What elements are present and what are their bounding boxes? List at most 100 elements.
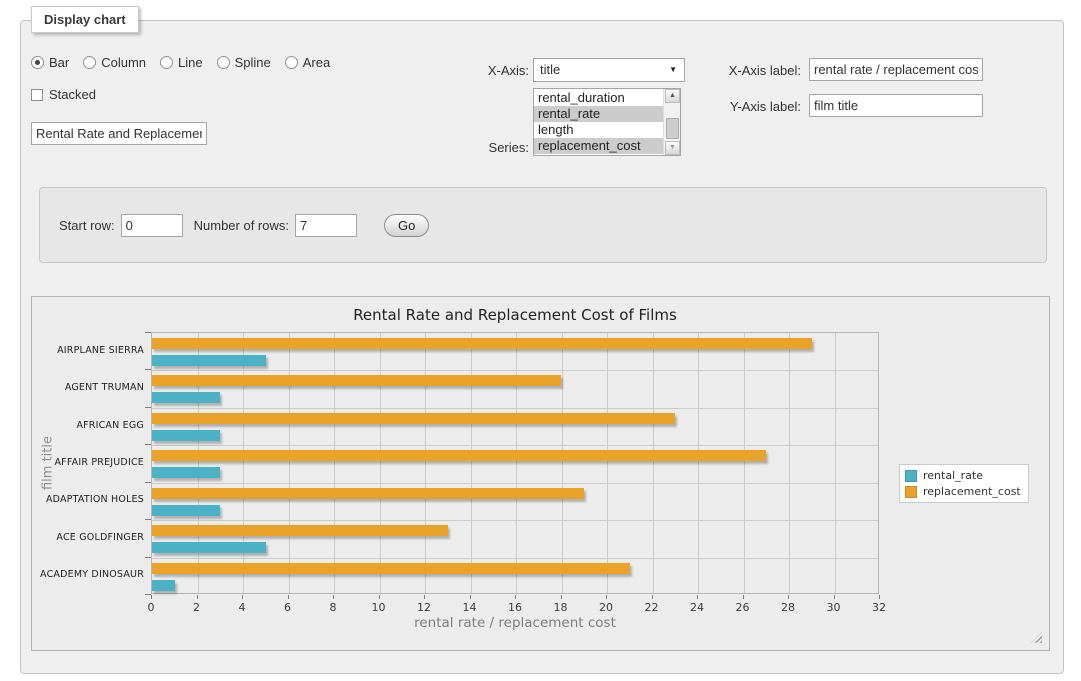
gridline	[835, 333, 836, 593]
bar-replacement_cost	[152, 525, 448, 536]
bar-rental_rate	[152, 467, 220, 478]
radio-icon	[285, 56, 298, 69]
radio-label: Bar	[49, 55, 69, 70]
x-tick-label: 32	[872, 601, 886, 614]
gridline	[152, 445, 878, 446]
x-tick-label: 12	[417, 601, 431, 614]
stacked-row: Stacked	[31, 87, 96, 102]
bar-replacement_cost	[152, 563, 630, 574]
radio-spline[interactable]: Spline	[217, 55, 271, 70]
resize-grip-icon[interactable]	[1031, 632, 1042, 643]
x-axis-label-field-label: X-Axis label:	[715, 63, 801, 78]
tick-mark	[333, 595, 334, 599]
stacked-label: Stacked	[49, 87, 96, 102]
gridline	[789, 333, 790, 593]
tick-mark	[288, 595, 289, 599]
dropdown-arrow-icon: ▼	[669, 59, 677, 81]
series-option-rental_duration[interactable]: rental_duration	[534, 90, 664, 106]
chart-legend: rental_rate replacement_cost	[899, 464, 1029, 503]
x-tick-label: 22	[645, 601, 659, 614]
x-tick-label: 28	[781, 601, 795, 614]
y-axis-label-field-label: Y-Axis label:	[715, 99, 801, 114]
chart-title-input[interactable]	[31, 122, 207, 145]
x-axis-label: X-Axis:	[449, 63, 529, 78]
radio-area[interactable]: Area	[285, 55, 330, 70]
gridline	[152, 520, 878, 521]
x-tick-label: 14	[463, 601, 477, 614]
start-row-input[interactable]	[121, 214, 183, 237]
gridline	[152, 408, 878, 409]
series-options: rental_durationrental_ratelengthreplacem…	[534, 90, 664, 154]
tick-mark	[561, 595, 562, 599]
tick-mark	[242, 595, 243, 599]
gridline	[471, 333, 472, 593]
chart-type-options: Bar Column Line Spline Area	[31, 55, 330, 70]
legend-swatch	[905, 486, 917, 498]
x-tick-label: 16	[508, 601, 522, 614]
radio-label: Area	[303, 55, 330, 70]
y-category-label: AFFAIR PREJUDICE	[35, 457, 144, 468]
gridline	[243, 333, 244, 593]
bar-rental_rate	[152, 355, 266, 366]
series-option-length[interactable]: length	[534, 122, 664, 138]
radio-line[interactable]: Line	[160, 55, 203, 70]
radio-icon	[217, 56, 230, 69]
y-category-label: ACE GOLDFINGER	[35, 532, 144, 543]
tick-mark	[470, 595, 471, 599]
x-tick-label: 20	[599, 601, 613, 614]
x-tick-label: 30	[827, 601, 841, 614]
x-axis-label-input[interactable]	[809, 58, 983, 81]
x-axis-select[interactable]: title ▼	[533, 58, 685, 82]
tick-mark	[515, 595, 516, 599]
scroll-up-icon[interactable]: ▲	[665, 89, 680, 103]
chart-title: Rental Rate and Replacement Cost of Film…	[151, 306, 879, 324]
gridline	[653, 333, 654, 593]
gridline	[152, 483, 878, 484]
legend-item-replacement_cost: replacement_cost	[905, 485, 1021, 498]
row-range-panel: Start row: Number of rows: Go	[39, 187, 1047, 263]
x-tick-label: 8	[330, 601, 337, 614]
bar-rental_rate	[152, 505, 220, 516]
stacked-checkbox[interactable]	[31, 89, 43, 101]
y-category-label: AIRPLANE SIERRA	[35, 345, 144, 356]
radio-bar[interactable]: Bar	[31, 55, 69, 70]
scrollbar-thumb[interactable]	[666, 118, 679, 139]
gridline	[380, 333, 381, 593]
y-category-label: ADAPTATION HOLES	[35, 494, 144, 505]
legend-label: rental_rate	[923, 469, 983, 482]
go-button[interactable]: Go	[384, 214, 429, 237]
y-category-label: AGENT TRUMAN	[35, 382, 144, 393]
num-rows-input[interactable]	[295, 214, 357, 237]
y-category-label: AFRICAN EGG	[35, 420, 144, 431]
tick-mark	[151, 595, 152, 599]
x-tick-label: 6	[284, 601, 291, 614]
radio-column[interactable]: Column	[83, 55, 146, 70]
num-rows-label: Number of rows:	[194, 218, 289, 233]
y-category-label: ACADEMY DINOSAUR	[35, 569, 144, 580]
tick-mark	[145, 332, 151, 333]
radio-label: Column	[101, 55, 146, 70]
tick-mark	[145, 482, 151, 483]
x-axis-title: rental rate / replacement cost	[151, 615, 879, 631]
bar-replacement_cost	[152, 488, 584, 499]
x-tick-label: 18	[554, 601, 568, 614]
gridline	[607, 333, 608, 593]
display-chart-panel: Display chart BarColumnLineSplineArea St…	[20, 20, 1064, 674]
x-tick-label: 4	[239, 601, 246, 614]
bar-replacement_cost	[152, 338, 812, 349]
tick-mark	[879, 595, 880, 599]
y-axis-label-input[interactable]	[809, 94, 983, 117]
tick-mark	[145, 369, 151, 370]
scroll-down-icon[interactable]: ▼	[665, 141, 680, 155]
tick-mark	[145, 407, 151, 408]
series-listbox[interactable]: rental_durationrental_ratelengthreplacem…	[533, 88, 681, 156]
gridline	[152, 370, 878, 371]
bar-rental_rate	[152, 542, 266, 553]
x-tick-label: 2	[193, 601, 200, 614]
listbox-scrollbar: ▲ ▼	[663, 89, 680, 155]
legend-swatch	[905, 470, 917, 482]
gridline	[152, 558, 878, 559]
series-label: Series:	[449, 140, 529, 155]
series-option-replacement_cost[interactable]: replacement_cost	[534, 138, 664, 154]
series-option-rental_rate[interactable]: rental_rate	[534, 106, 664, 122]
